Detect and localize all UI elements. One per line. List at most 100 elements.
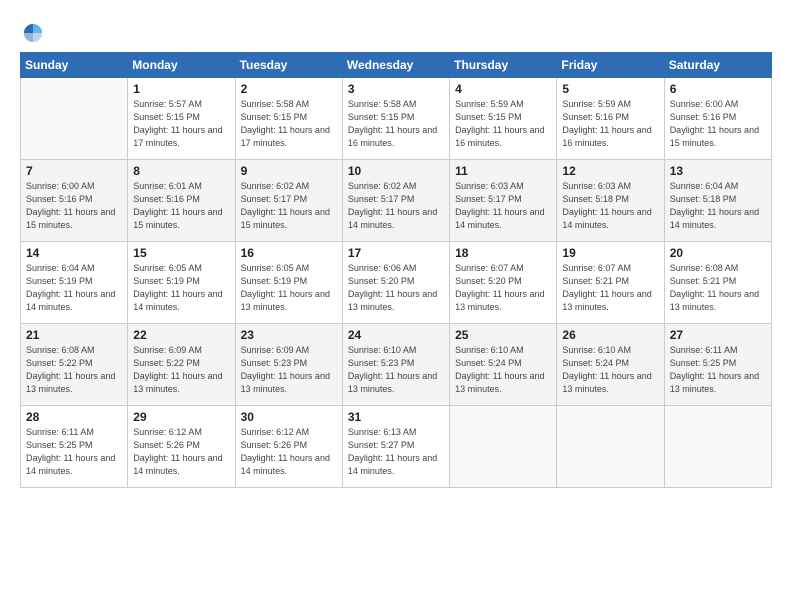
day-info: Sunrise: 6:12 AMSunset: 5:26 PMDaylight:… (133, 426, 229, 478)
calendar-cell: 16Sunrise: 6:05 AMSunset: 5:19 PMDayligh… (235, 242, 342, 324)
day-info: Sunrise: 6:03 AMSunset: 5:17 PMDaylight:… (455, 180, 551, 232)
day-info: Sunrise: 6:10 AMSunset: 5:24 PMDaylight:… (562, 344, 658, 396)
day-number: 3 (348, 82, 444, 96)
col-header-wednesday: Wednesday (342, 53, 449, 78)
day-number: 19 (562, 246, 658, 260)
day-number: 2 (241, 82, 337, 96)
day-info: Sunrise: 6:01 AMSunset: 5:16 PMDaylight:… (133, 180, 229, 232)
calendar-cell (21, 78, 128, 160)
calendar-cell: 15Sunrise: 6:05 AMSunset: 5:19 PMDayligh… (128, 242, 235, 324)
col-header-sunday: Sunday (21, 53, 128, 78)
calendar-cell: 20 Sunrise: 6:08 AMSunset: 5:21 PMDayligh… (664, 242, 771, 324)
day-number: 28 (26, 410, 122, 424)
day-number: 8 (133, 164, 229, 178)
day-number: 10 (348, 164, 444, 178)
day-number: 23 (241, 328, 337, 342)
day-number: 20 (670, 246, 766, 260)
calendar-cell: 3 Sunrise: 5:58 AMSunset: 5:15 PMDaylight… (342, 78, 449, 160)
calendar-cell: 19 Sunrise: 6:07 AMSunset: 5:21 PMDayligh… (557, 242, 664, 324)
calendar-cell: 12 Sunrise: 6:03 AMSunset: 5:18 PMDayligh… (557, 160, 664, 242)
calendar-cell: 24Sunrise: 6:10 AMSunset: 5:23 PMDayligh… (342, 324, 449, 406)
day-info: Sunrise: 6:06 AMSunset: 5:20 PMDaylight:… (348, 262, 444, 314)
day-number: 18 (455, 246, 551, 260)
day-info: Sunrise: 5:58 AMSunset: 5:15 PMDaylight:… (241, 98, 337, 150)
day-number: 1 (133, 82, 229, 96)
calendar-week-row: 14 Sunrise: 6:04 AMSunset: 5:19 PMDayligh… (21, 242, 772, 324)
calendar-cell: 25 Sunrise: 6:10 AMSunset: 5:24 PMDayligh… (450, 324, 557, 406)
day-info: Sunrise: 6:08 AMSunset: 5:21 PMDaylight:… (670, 262, 766, 314)
calendar-cell: 17 Sunrise: 6:06 AMSunset: 5:20 PMDayligh… (342, 242, 449, 324)
day-info: Sunrise: 6:11 AMSunset: 5:25 PMDaylight:… (26, 426, 122, 478)
day-number: 29 (133, 410, 229, 424)
day-info: Sunrise: 5:58 AMSunset: 5:15 PMDaylight:… (348, 98, 444, 150)
day-info: Sunrise: 5:57 AMSunset: 5:15 PMDaylight:… (133, 98, 229, 150)
calendar-cell: 8 Sunrise: 6:01 AMSunset: 5:16 PMDaylight… (128, 160, 235, 242)
col-header-friday: Friday (557, 53, 664, 78)
calendar-header-row: SundayMondayTuesdayWednesdayThursdayFrid… (21, 53, 772, 78)
day-number: 26 (562, 328, 658, 342)
day-number: 27 (670, 328, 766, 342)
day-info: Sunrise: 6:09 AMSunset: 5:23 PMDaylight:… (241, 344, 337, 396)
day-info: Sunrise: 6:04 AMSunset: 5:18 PMDaylight:… (670, 180, 766, 232)
col-header-tuesday: Tuesday (235, 53, 342, 78)
calendar-week-row: 7Sunrise: 6:00 AMSunset: 5:16 PMDaylight… (21, 160, 772, 242)
calendar-cell: 1 Sunrise: 5:57 AMSunset: 5:15 PMDaylight… (128, 78, 235, 160)
day-number: 25 (455, 328, 551, 342)
calendar-cell: 14 Sunrise: 6:04 AMSunset: 5:19 PMDayligh… (21, 242, 128, 324)
day-info: Sunrise: 6:00 AMSunset: 5:16 PMDaylight:… (670, 98, 766, 150)
calendar-cell: 10 Sunrise: 6:02 AMSunset: 5:17 PMDayligh… (342, 160, 449, 242)
day-info: Sunrise: 6:00 AMSunset: 5:16 PMDaylight:… (26, 180, 122, 232)
day-number: 15 (133, 246, 229, 260)
page: SundayMondayTuesdayWednesdayThursdayFrid… (0, 0, 792, 612)
col-header-saturday: Saturday (664, 53, 771, 78)
day-number: 22 (133, 328, 229, 342)
calendar-table: SundayMondayTuesdayWednesdayThursdayFrid… (20, 52, 772, 488)
day-info: Sunrise: 6:05 AMSunset: 5:19 PMDaylight:… (241, 262, 337, 314)
calendar-cell: 2 Sunrise: 5:58 AMSunset: 5:15 PMDaylight… (235, 78, 342, 160)
day-number: 11 (455, 164, 551, 178)
calendar-cell: 6 Sunrise: 6:00 AMSunset: 5:16 PMDaylight… (664, 78, 771, 160)
calendar-week-row: 1 Sunrise: 5:57 AMSunset: 5:15 PMDaylight… (21, 78, 772, 160)
day-info: Sunrise: 6:10 AMSunset: 5:23 PMDaylight:… (348, 344, 444, 396)
calendar-cell: 13 Sunrise: 6:04 AMSunset: 5:18 PMDayligh… (664, 160, 771, 242)
calendar-cell: 27Sunrise: 6:11 AMSunset: 5:25 PMDayligh… (664, 324, 771, 406)
day-number: 6 (670, 82, 766, 96)
day-info: Sunrise: 6:13 AMSunset: 5:27 PMDaylight:… (348, 426, 444, 478)
logo (20, 22, 44, 42)
day-number: 9 (241, 164, 337, 178)
day-info: Sunrise: 6:09 AMSunset: 5:22 PMDaylight:… (133, 344, 229, 396)
day-number: 17 (348, 246, 444, 260)
calendar-cell: 9 Sunrise: 6:02 AMSunset: 5:17 PMDaylight… (235, 160, 342, 242)
day-info: Sunrise: 6:02 AMSunset: 5:17 PMDaylight:… (348, 180, 444, 232)
calendar-cell: 23 Sunrise: 6:09 AMSunset: 5:23 PMDayligh… (235, 324, 342, 406)
day-info: Sunrise: 6:10 AMSunset: 5:24 PMDaylight:… (455, 344, 551, 396)
calendar-cell (557, 406, 664, 488)
calendar-cell (664, 406, 771, 488)
day-info: Sunrise: 6:02 AMSunset: 5:17 PMDaylight:… (241, 180, 337, 232)
calendar-cell: 21Sunrise: 6:08 AMSunset: 5:22 PMDayligh… (21, 324, 128, 406)
calendar-cell: 29 Sunrise: 6:12 AMSunset: 5:26 PMDayligh… (128, 406, 235, 488)
day-info: Sunrise: 5:59 AMSunset: 5:15 PMDaylight:… (455, 98, 551, 150)
day-number: 30 (241, 410, 337, 424)
day-info: Sunrise: 6:07 AMSunset: 5:21 PMDaylight:… (562, 262, 658, 314)
calendar-cell: 4 Sunrise: 5:59 AMSunset: 5:15 PMDaylight… (450, 78, 557, 160)
col-header-thursday: Thursday (450, 53, 557, 78)
calendar-cell: 18Sunrise: 6:07 AMSunset: 5:20 PMDayligh… (450, 242, 557, 324)
day-info: Sunrise: 5:59 AMSunset: 5:16 PMDaylight:… (562, 98, 658, 150)
day-info: Sunrise: 6:04 AMSunset: 5:19 PMDaylight:… (26, 262, 122, 314)
calendar-cell: 28 Sunrise: 6:11 AMSunset: 5:25 PMDayligh… (21, 406, 128, 488)
calendar-cell: 26 Sunrise: 6:10 AMSunset: 5:24 PMDayligh… (557, 324, 664, 406)
day-number: 21 (26, 328, 122, 342)
day-number: 12 (562, 164, 658, 178)
calendar-week-row: 21Sunrise: 6:08 AMSunset: 5:22 PMDayligh… (21, 324, 772, 406)
day-number: 14 (26, 246, 122, 260)
day-info: Sunrise: 6:03 AMSunset: 5:18 PMDaylight:… (562, 180, 658, 232)
day-info: Sunrise: 6:12 AMSunset: 5:26 PMDaylight:… (241, 426, 337, 478)
day-number: 31 (348, 410, 444, 424)
calendar-week-row: 28 Sunrise: 6:11 AMSunset: 5:25 PMDayligh… (21, 406, 772, 488)
calendar-cell: 30 Sunrise: 6:12 AMSunset: 5:26 PMDayligh… (235, 406, 342, 488)
day-number: 13 (670, 164, 766, 178)
header (20, 18, 772, 42)
day-number: 4 (455, 82, 551, 96)
calendar-cell: 5Sunrise: 5:59 AMSunset: 5:16 PMDaylight… (557, 78, 664, 160)
